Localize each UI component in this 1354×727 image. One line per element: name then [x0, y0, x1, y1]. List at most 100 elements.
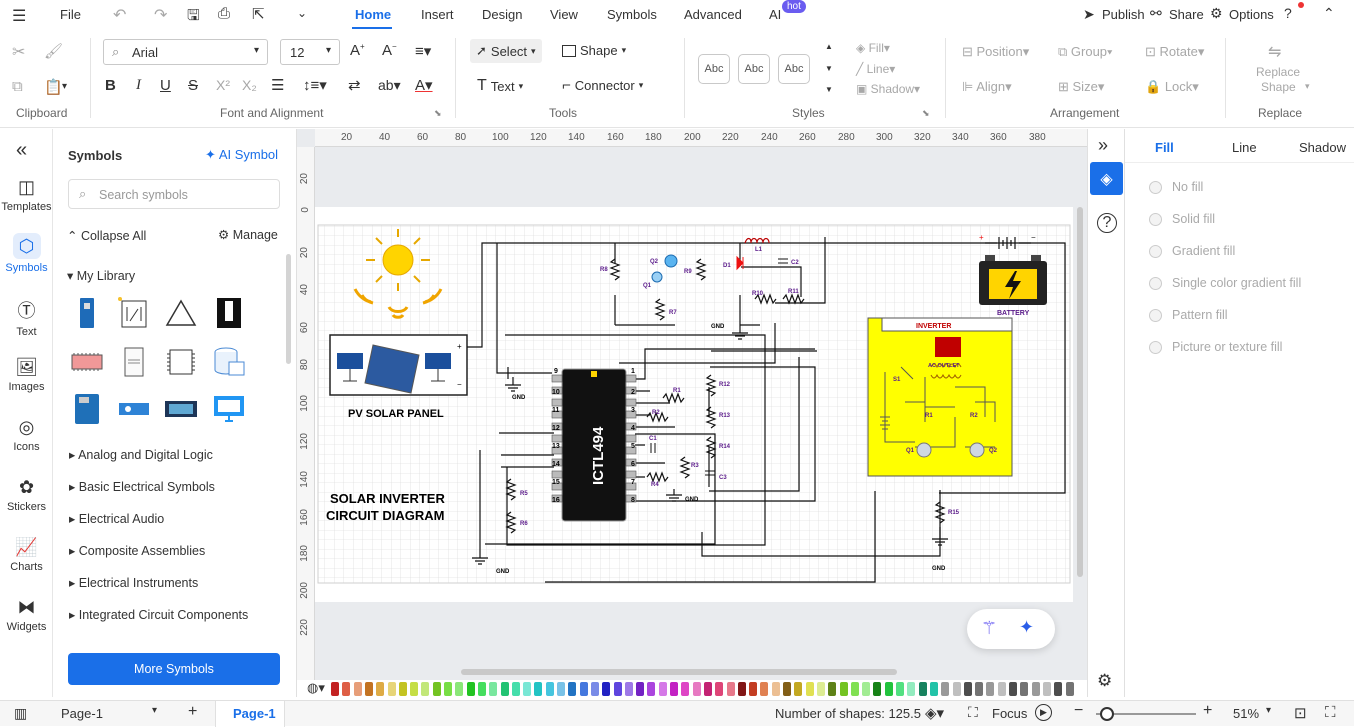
color-swatch[interactable]	[794, 682, 803, 696]
settings-gear-icon[interactable]: ⚙	[1097, 671, 1112, 691]
lock-button[interactable]: 🔒 Lock▾	[1145, 79, 1199, 95]
color-swatch[interactable]	[421, 682, 430, 696]
replace-shape-line1[interactable]: Replace	[1256, 65, 1300, 79]
symbol-thumb-switch[interactable]	[211, 295, 247, 331]
tab-insert[interactable]: Insert	[421, 7, 454, 22]
color-swatch[interactable]	[364, 682, 373, 696]
layers-icon[interactable]: ◈▾	[925, 704, 944, 722]
file-menu[interactable]: File	[60, 7, 81, 22]
tab-advanced[interactable]: Advanced	[684, 7, 742, 22]
color-swatch[interactable]	[907, 682, 916, 696]
tab-symbols[interactable]: Symbols	[607, 7, 657, 22]
color-swatch[interactable]	[1054, 682, 1063, 696]
color-swatch[interactable]	[681, 682, 690, 696]
color-swatch[interactable]	[862, 682, 871, 696]
category-analog-digital-logic[interactable]: ▸ Analog and Digital Logic	[69, 447, 213, 462]
superscript-icon[interactable]: X²	[216, 77, 230, 93]
color-swatch[interactable]	[986, 682, 995, 696]
italic-icon[interactable]: I	[136, 77, 141, 94]
color-swatch[interactable]	[703, 682, 712, 696]
color-swatch[interactable]	[658, 682, 667, 696]
canvas-vertical-scrollbar[interactable]	[1077, 207, 1083, 577]
color-swatches[interactable]	[331, 682, 1081, 696]
color-swatch[interactable]	[975, 682, 984, 696]
category-electrical-instruments[interactable]: ▸ Electrical Instruments	[69, 575, 198, 590]
color-swatch[interactable]	[760, 682, 769, 696]
color-swatch[interactable]	[1065, 682, 1074, 696]
options-gear-icon[interactable]: ⚙	[1210, 5, 1223, 22]
color-swatch[interactable]	[432, 682, 441, 696]
battery-icon[interactable]	[979, 255, 1047, 305]
replace-shape-icon[interactable]: ⇋	[1268, 42, 1281, 62]
text-tool-button[interactable]: T Text ▾	[477, 77, 523, 95]
publish-icon[interactable]: ➤	[1083, 6, 1095, 23]
fullscreen-icon[interactable]: ⛶	[1325, 704, 1336, 721]
color-swatch[interactable]	[1042, 682, 1051, 696]
search-input[interactable]: ⌕ Search symbols	[68, 179, 280, 209]
color-swatch[interactable]	[873, 682, 882, 696]
color-swatch[interactable]	[963, 682, 972, 696]
color-swatch[interactable]	[557, 682, 565, 696]
color-swatch[interactable]	[997, 682, 1006, 696]
font-color-icon[interactable]: A▾	[415, 76, 433, 94]
undo-icon[interactable]: ↶	[113, 5, 126, 25]
hamburger-icon[interactable]: ☰	[12, 6, 26, 26]
tab-view[interactable]: View	[550, 7, 578, 22]
magic-wand-icon[interactable]: ⚚	[981, 618, 997, 639]
group-button[interactable]: ⧉ Group▾	[1058, 44, 1113, 60]
diagram-page[interactable]: + − PV SOLAR PANEL SOLAR INVERTER CIRCUI…	[315, 207, 1073, 602]
rail-images[interactable]: 🖼 Images	[0, 357, 53, 393]
color-swatch[interactable]	[896, 682, 904, 696]
color-swatch[interactable]	[850, 682, 859, 696]
increase-font-icon[interactable]: A+	[350, 42, 365, 59]
rail-symbols[interactable]: ⬡ Symbols	[0, 233, 53, 274]
tab-home[interactable]: Home	[355, 7, 391, 22]
add-page-icon[interactable]: +	[188, 703, 197, 721]
replace-shape-line2[interactable]: Shape	[1261, 80, 1296, 94]
expand-font-dialog-icon[interactable]: ⬊	[434, 108, 442, 119]
print-icon[interactable]: ⎙	[218, 5, 230, 22]
color-swatch[interactable]	[489, 682, 498, 696]
decrease-font-icon[interactable]: A−	[382, 42, 397, 59]
tab-design[interactable]: Design	[482, 7, 522, 22]
color-swatch[interactable]	[387, 682, 396, 696]
styles-scroll-down-icon[interactable]: ▼	[825, 64, 833, 73]
color-swatch[interactable]	[918, 682, 927, 696]
more-symbols-button[interactable]: More Symbols	[68, 653, 280, 685]
shape-tool-button[interactable]: Shape ▾	[562, 43, 626, 58]
underline-icon[interactable]: U	[160, 77, 171, 94]
color-swatch[interactable]	[783, 682, 791, 696]
publish-button[interactable]: Publish	[1102, 7, 1145, 22]
styles-scroll-up-icon[interactable]: ▲	[825, 42, 833, 51]
radio-picture-fill[interactable]: Picture or texture fill	[1149, 340, 1282, 354]
fill-button[interactable]: ◈ Fill▾	[856, 41, 890, 55]
color-swatch[interactable]	[511, 682, 520, 696]
library-scrollbar[interactable]	[286, 254, 291, 364]
play-icon[interactable]: ▶	[1035, 704, 1052, 721]
color-swatch[interactable]	[331, 682, 339, 696]
collapse-panel-icon[interactable]: «	[16, 139, 27, 162]
canvas-area[interactable]: 20 40 60 80 100 120 140 160 180 200 220 …	[297, 129, 1087, 697]
position-button[interactable]: ⊟ Position▾	[962, 44, 1029, 60]
color-swatch[interactable]	[545, 682, 554, 696]
paste-dropdown-icon[interactable]: ▾	[62, 81, 67, 92]
category-electrical-audio[interactable]: ▸ Electrical Audio	[69, 511, 164, 526]
color-swatch[interactable]	[941, 682, 950, 696]
radio-solid-fill[interactable]: Solid fill	[1149, 212, 1215, 226]
fill-paint-icon[interactable]: ◈	[1090, 162, 1123, 195]
color-swatch[interactable]	[602, 682, 611, 696]
symbol-thumb-arduino-nano[interactable]	[69, 295, 105, 331]
shadow-button[interactable]: ▣ Shadow▾	[856, 82, 920, 96]
symbol-thumb-ic-box[interactable]	[163, 344, 199, 380]
expand-panel-icon[interactable]: »	[1098, 135, 1108, 156]
zoom-slider-thumb[interactable]	[1100, 707, 1114, 721]
align-button[interactable]: ⊫ Align▾	[962, 79, 1012, 95]
color-swatch[interactable]	[715, 682, 724, 696]
style-preset-2[interactable]: Abc	[738, 54, 770, 84]
color-swatch[interactable]	[1009, 682, 1017, 696]
align-icon[interactable]: ≡▾	[415, 42, 431, 60]
rail-text[interactable]: Ⓣ Text	[0, 297, 53, 338]
style-preset-1[interactable]: Abc	[698, 54, 730, 84]
ic-chip[interactable]: ICTL494	[551, 368, 637, 522]
format-painter-icon[interactable]: 🖌	[44, 42, 63, 60]
